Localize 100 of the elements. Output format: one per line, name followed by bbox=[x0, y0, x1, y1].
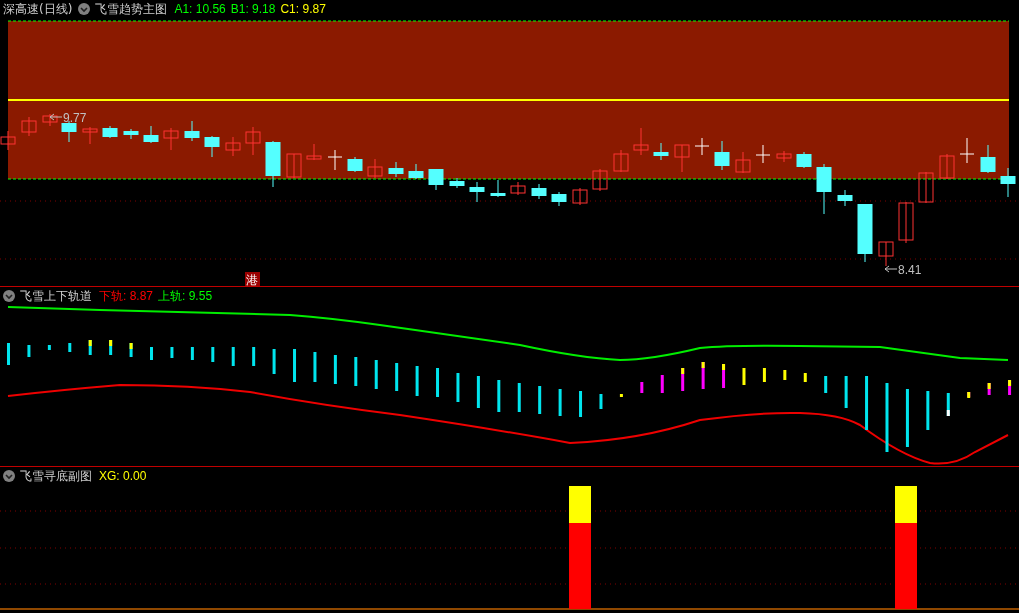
histogram-bar bbox=[905, 389, 909, 447]
histogram-bar bbox=[865, 376, 869, 430]
candlestick bbox=[367, 158, 383, 179]
candlestick bbox=[0, 130, 16, 151]
candlestick bbox=[592, 168, 608, 192]
candlestick bbox=[265, 140, 281, 188]
histogram-bar bbox=[681, 368, 685, 391]
histogram-bar bbox=[926, 391, 930, 430]
candlestick bbox=[878, 241, 894, 267]
candlestick bbox=[613, 149, 629, 173]
histogram-bar bbox=[619, 394, 623, 397]
candlestick bbox=[959, 137, 975, 164]
candlestick bbox=[225, 136, 241, 157]
histogram-bar bbox=[497, 380, 501, 412]
security-name: 深高速(日线) bbox=[3, 0, 73, 18]
candlestick bbox=[61, 120, 77, 143]
histogram-bar bbox=[803, 373, 807, 382]
candlestick bbox=[408, 163, 424, 180]
candlestick bbox=[306, 143, 322, 161]
candlestick bbox=[428, 168, 444, 191]
collapse-icon[interactable] bbox=[78, 3, 91, 15]
indicator-value: B1: 9.18 bbox=[230, 2, 276, 16]
candlestick bbox=[633, 127, 649, 156]
indicator-value: C1: 9.87 bbox=[280, 2, 326, 16]
histogram-bar bbox=[252, 347, 256, 366]
candlestick bbox=[469, 181, 485, 203]
histogram-bar bbox=[395, 363, 399, 391]
candlestick bbox=[143, 125, 159, 144]
histogram-bar bbox=[824, 376, 828, 393]
histogram-bar bbox=[722, 364, 726, 388]
histogram-bar bbox=[150, 347, 153, 360]
indicator-name: 飞雪趋势主图 bbox=[95, 0, 168, 18]
candlestick bbox=[776, 150, 792, 163]
histogram-bar bbox=[783, 370, 787, 380]
histogram-bar bbox=[456, 373, 460, 402]
candlestick bbox=[388, 161, 404, 178]
histogram-bar bbox=[517, 383, 521, 412]
histogram-bar bbox=[967, 392, 971, 398]
candlestick bbox=[918, 171, 934, 204]
histogram-bar bbox=[129, 343, 133, 357]
collapse-icon[interactable] bbox=[3, 290, 15, 302]
histogram-bar bbox=[272, 349, 276, 374]
candlestick bbox=[510, 181, 526, 196]
histogram-bar bbox=[742, 368, 746, 385]
candlestick bbox=[42, 113, 58, 127]
candlestick bbox=[449, 177, 465, 189]
histogram-bar bbox=[1008, 380, 1012, 395]
candlestick bbox=[694, 137, 710, 156]
histogram-bar bbox=[987, 383, 991, 395]
candlestick bbox=[123, 128, 139, 140]
arrow-icon bbox=[49, 113, 63, 121]
candlestick bbox=[286, 153, 302, 179]
candlestick bbox=[837, 189, 853, 207]
candlestick bbox=[204, 135, 220, 158]
histogram-bar bbox=[844, 376, 848, 408]
histogram-bar bbox=[701, 362, 705, 389]
market-badge: 港 bbox=[245, 272, 260, 286]
histogram-bar bbox=[293, 349, 296, 382]
histogram-bar bbox=[885, 383, 889, 452]
candlestick bbox=[714, 140, 730, 171]
price-label: 8.41 bbox=[898, 263, 922, 277]
candlestick bbox=[755, 144, 771, 164]
candlestick bbox=[245, 126, 261, 156]
candlestick bbox=[653, 142, 669, 161]
histogram-bar bbox=[7, 343, 10, 365]
histogram-bar bbox=[558, 389, 562, 416]
collapse-icon[interactable] bbox=[3, 470, 15, 482]
histogram-bar bbox=[660, 375, 664, 393]
candlestick bbox=[980, 144, 996, 174]
price-label: 9.77 bbox=[63, 111, 87, 125]
histogram-bar bbox=[946, 393, 950, 416]
histogram-bar bbox=[354, 357, 358, 386]
candlestick bbox=[21, 116, 37, 137]
candlestick bbox=[816, 163, 832, 215]
candlestick bbox=[551, 191, 567, 207]
indicator-value: A1: 10.56 bbox=[174, 2, 226, 16]
histogram-bar bbox=[476, 376, 480, 408]
histogram-bar bbox=[68, 343, 72, 352]
candlestick bbox=[102, 125, 118, 139]
indicator-value: 上轨: 9.55 bbox=[158, 287, 213, 305]
candlestick bbox=[531, 183, 547, 200]
candlestick bbox=[327, 149, 343, 171]
candlestick bbox=[490, 179, 506, 198]
histogram-bar bbox=[436, 368, 440, 397]
candlestick bbox=[163, 127, 179, 151]
histogram-bar bbox=[313, 352, 317, 382]
arrow-icon bbox=[884, 265, 898, 273]
histogram-bar bbox=[88, 340, 92, 355]
indicator-value: 下轨: 8.87 bbox=[99, 287, 154, 305]
histogram-bar bbox=[762, 368, 766, 382]
candlestick bbox=[572, 187, 588, 206]
histogram-bar bbox=[190, 347, 194, 360]
candlestick bbox=[184, 120, 200, 142]
histogram-bar bbox=[333, 355, 337, 384]
histogram-bar bbox=[599, 394, 603, 409]
candlestick bbox=[82, 126, 98, 145]
candlestick bbox=[1000, 167, 1016, 198]
histogram-bar bbox=[211, 347, 215, 362]
histogram-bar bbox=[27, 345, 31, 357]
candlestick bbox=[939, 153, 955, 180]
